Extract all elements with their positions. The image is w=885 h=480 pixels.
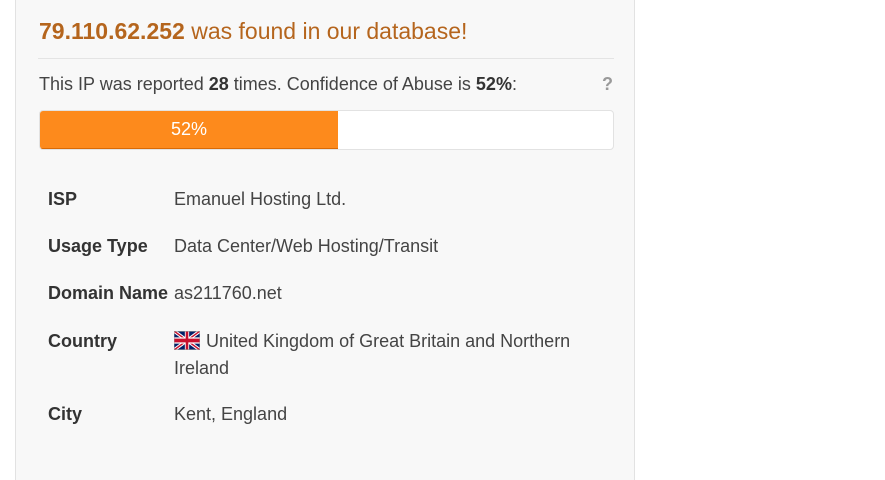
city-label: City bbox=[48, 404, 83, 424]
details-row-usage-type: Usage Type Data Center/Web Hosting/Trans… bbox=[38, 224, 618, 271]
domain-name-label: Domain Name bbox=[48, 283, 169, 303]
help-question-icon[interactable]: ? bbox=[602, 74, 613, 95]
details-row-domain-name: Domain Name as211760.net bbox=[38, 271, 618, 318]
details-row-country: Country United Kingdom of Great Britain … bbox=[38, 318, 618, 392]
headline-divider bbox=[38, 58, 614, 59]
report-prefix: This IP was reported bbox=[39, 74, 209, 94]
ip-address: 79.110.62.252 bbox=[39, 18, 185, 44]
confidence-value: 52% bbox=[475, 74, 512, 94]
uk-flag-icon bbox=[174, 331, 200, 350]
isp-value: Emanuel Hosting Ltd. bbox=[174, 189, 347, 209]
progress-fill: 52% bbox=[40, 111, 338, 149]
domain-name-value: as211760.net bbox=[174, 283, 282, 303]
headline-suffix: was found in our database! bbox=[184, 18, 468, 44]
ip-details-table: ISP Emanuel Hosting Ltd. Usage Type Data… bbox=[38, 174, 618, 438]
ip-result-panel: 79.110.62.252 was found in our database!… bbox=[15, 0, 635, 480]
report-summary: This IP was reported 28 times. Confidenc… bbox=[39, 74, 517, 95]
details-row-isp: ISP Emanuel Hosting Ltd. bbox=[38, 174, 618, 224]
report-suffix: : bbox=[511, 74, 517, 94]
usage-type-label: Usage Type bbox=[48, 236, 148, 256]
report-middle: times. Confidence of Abuse is bbox=[228, 74, 476, 94]
country-value: United Kingdom of Great Britain and Nort… bbox=[174, 331, 571, 378]
result-headline: 79.110.62.252 was found in our database! bbox=[39, 18, 467, 45]
city-value: Kent, England bbox=[174, 404, 288, 424]
usage-type-value: Data Center/Web Hosting/Transit bbox=[174, 236, 439, 256]
country-label: Country bbox=[48, 331, 117, 351]
details-row-city: City Kent, England bbox=[38, 392, 618, 438]
report-count: 28 bbox=[208, 74, 229, 94]
country-cell: United Kingdom of Great Britain and Nort… bbox=[174, 318, 618, 392]
isp-label: ISP bbox=[48, 189, 78, 209]
confidence-progress-bar: 52% bbox=[39, 110, 614, 150]
